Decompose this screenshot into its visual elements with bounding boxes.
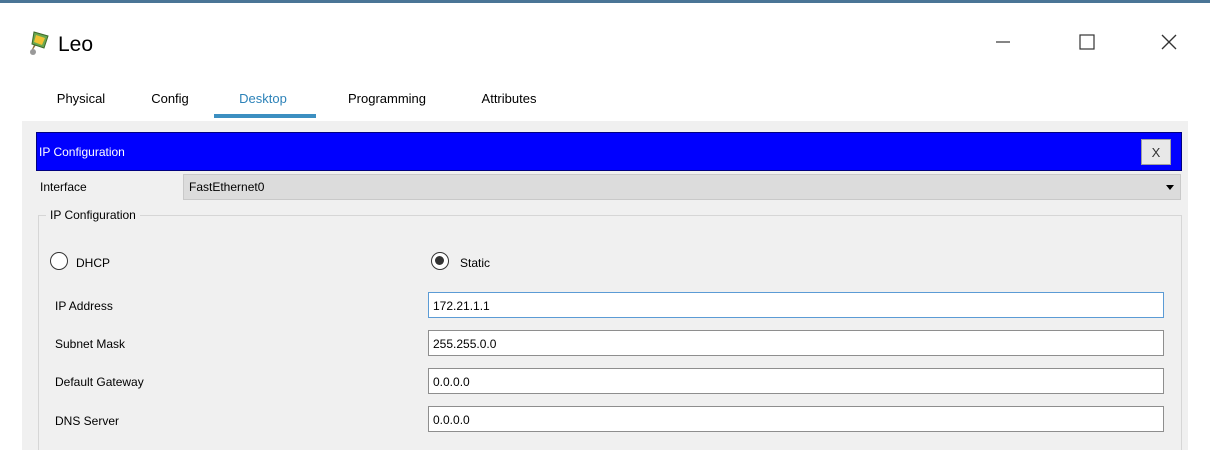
tab-physical[interactable]: Physical <box>46 91 116 115</box>
subnet-mask-value: 255.255.0.0 <box>433 337 497 351</box>
dhcp-label[interactable]: DHCP <box>76 256 110 270</box>
tab-attributes[interactable]: Attributes <box>468 91 550 115</box>
interface-value: FastEthernet0 <box>189 180 265 194</box>
subnet-mask-input[interactable]: 255.255.0.0 <box>428 330 1164 356</box>
close-window-button[interactable] <box>1146 20 1192 64</box>
default-gateway-label: Default Gateway <box>55 375 144 389</box>
tab-config[interactable]: Config <box>142 91 198 115</box>
dns-server-value: 0.0.0.0 <box>433 413 470 427</box>
interface-select[interactable]: FastEthernet0 <box>183 174 1181 200</box>
dropdown-arrow-icon <box>1166 185 1174 190</box>
header-title: IP Configuration <box>39 145 125 159</box>
dns-server-input[interactable]: 0.0.0.0 <box>428 406 1164 432</box>
maximize-icon <box>1079 34 1095 50</box>
maximize-button[interactable] <box>1064 20 1110 64</box>
group-title: IP Configuration <box>46 208 140 222</box>
pc-config-window: Leo Physical Config Desktop Programming … <box>0 0 1210 450</box>
static-radio[interactable] <box>431 252 449 270</box>
window-title: Leo <box>58 33 94 56</box>
ip-address-label: IP Address <box>55 299 113 313</box>
tab-desktop[interactable]: Desktop <box>232 91 294 115</box>
pc-device-icon <box>24 28 54 58</box>
tab-programming[interactable]: Programming <box>340 91 434 115</box>
close-icon <box>1161 34 1177 50</box>
subnet-mask-label: Subnet Mask <box>55 337 126 351</box>
default-gateway-value: 0.0.0.0 <box>433 375 470 389</box>
active-tab-indicator <box>214 114 316 118</box>
minimize-button[interactable] <box>980 20 1026 64</box>
interface-label: Interface <box>40 180 87 194</box>
ip-address-value: 172.21.1.1 <box>433 299 490 313</box>
minimize-icon <box>996 41 1010 43</box>
ip-address-input[interactable]: 172.21.1.1 <box>428 292 1164 318</box>
dns-server-label: DNS Server <box>55 414 120 428</box>
title-bar: Leo <box>0 6 1210 76</box>
static-label[interactable]: Static <box>460 256 490 270</box>
ip-config-header: IP Configuration X <box>36 132 1182 171</box>
default-gateway-input[interactable]: 0.0.0.0 <box>428 368 1164 394</box>
close-app-button[interactable]: X <box>1141 139 1171 165</box>
dhcp-radio[interactable] <box>50 252 68 270</box>
